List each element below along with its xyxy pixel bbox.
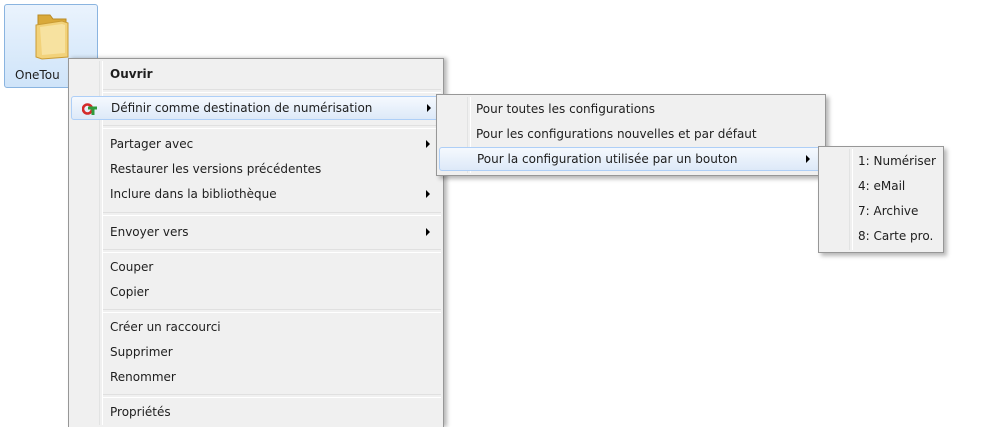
- menu-item-envoyer-vers[interactable]: Envoyer vers: [71, 220, 441, 244]
- scan-destination-submenu: Pour toutes les configurations Pour les …: [436, 94, 826, 176]
- folder-icon: [35, 14, 69, 60]
- menu-item-label: Envoyer vers: [110, 225, 189, 239]
- context-menu: Ouvrir Définir comme destination de numé…: [68, 58, 444, 427]
- menu-item-label: Définir comme destination de numérisatio…: [111, 101, 373, 115]
- menu-item-label: Pour la configuration utilisée par un bo…: [477, 152, 738, 166]
- menu-separator: [103, 309, 441, 313]
- menu-item-button-7[interactable]: 7: Archive: [821, 199, 941, 223]
- menu-item-supprimer[interactable]: Supprimer: [71, 340, 441, 364]
- menu-item-label: Copier: [110, 285, 149, 299]
- menu-item-label: 8: Carte pro.: [858, 229, 934, 243]
- menu-item-label: Supprimer: [110, 345, 173, 359]
- submenu-arrow-icon: [426, 140, 430, 148]
- submenu-arrow-icon: [426, 228, 430, 236]
- menu-item-label: Créer un raccourci: [110, 320, 221, 334]
- menu-item-label: Pour les configurations nouvelles et par…: [476, 127, 757, 141]
- menu-item-label: Ouvrir: [110, 67, 153, 81]
- button-configuration-submenu: 1: Numériser 4: eMail 7: Archive 8: Cart…: [818, 146, 944, 253]
- submenu-arrow-icon: [806, 155, 810, 163]
- menu-item-proprietes[interactable]: Propriétés: [71, 400, 441, 424]
- menu-item-label: Partager avec: [110, 137, 194, 151]
- menu-item-button-4[interactable]: 4: eMail: [821, 174, 941, 198]
- menu-item-new-default-configurations[interactable]: Pour les configurations nouvelles et par…: [439, 122, 823, 146]
- menu-separator: [103, 249, 441, 253]
- menu-item-label: Propriétés: [110, 405, 171, 419]
- menu-item-couper[interactable]: Couper: [71, 255, 441, 279]
- menu-item-label: 1: Numériser: [858, 154, 936, 168]
- menu-item-button-8[interactable]: 8: Carte pro.: [821, 224, 941, 248]
- menu-item-label: 4: eMail: [858, 179, 906, 193]
- menu-item-copier[interactable]: Copier: [71, 280, 441, 304]
- menu-item-inclure-bibliotheque[interactable]: Inclure dans la bibliothèque: [71, 182, 441, 206]
- submenu-arrow-icon: [426, 190, 430, 198]
- menu-item-restaurer-versions[interactable]: Restaurer les versions précédentes: [71, 157, 441, 181]
- menu-item-button-configuration[interactable]: Pour la configuration utilisée par un bo…: [439, 147, 823, 171]
- menu-separator: [103, 89, 441, 93]
- menu-item-partager-avec[interactable]: Partager avec: [71, 132, 441, 156]
- submenu-arrow-icon: [427, 104, 431, 112]
- menu-item-set-scan-destination[interactable]: Définir comme destination de numérisatio…: [71, 96, 441, 120]
- menu-item-creer-raccourci[interactable]: Créer un raccourci: [71, 315, 441, 339]
- menu-item-renommer[interactable]: Renommer: [71, 365, 441, 389]
- menu-item-label: Pour toutes les configurations: [476, 102, 655, 116]
- menu-item-label: Inclure dans la bibliothèque: [110, 187, 277, 201]
- scan-destination-icon: [82, 103, 97, 115]
- menu-item-button-1[interactable]: 1: Numériser: [821, 149, 941, 173]
- menu-separator: [103, 394, 441, 398]
- menu-separator: [103, 125, 441, 129]
- menu-item-label: 7: Archive: [858, 204, 919, 218]
- menu-item-ouvrir[interactable]: Ouvrir: [71, 62, 441, 86]
- menu-item-label: Couper: [110, 260, 154, 274]
- menu-item-all-configurations[interactable]: Pour toutes les configurations: [439, 97, 823, 121]
- menu-item-label: Renommer: [110, 370, 176, 384]
- menu-item-label: Restaurer les versions précédentes: [110, 162, 322, 176]
- menu-separator: [103, 212, 441, 216]
